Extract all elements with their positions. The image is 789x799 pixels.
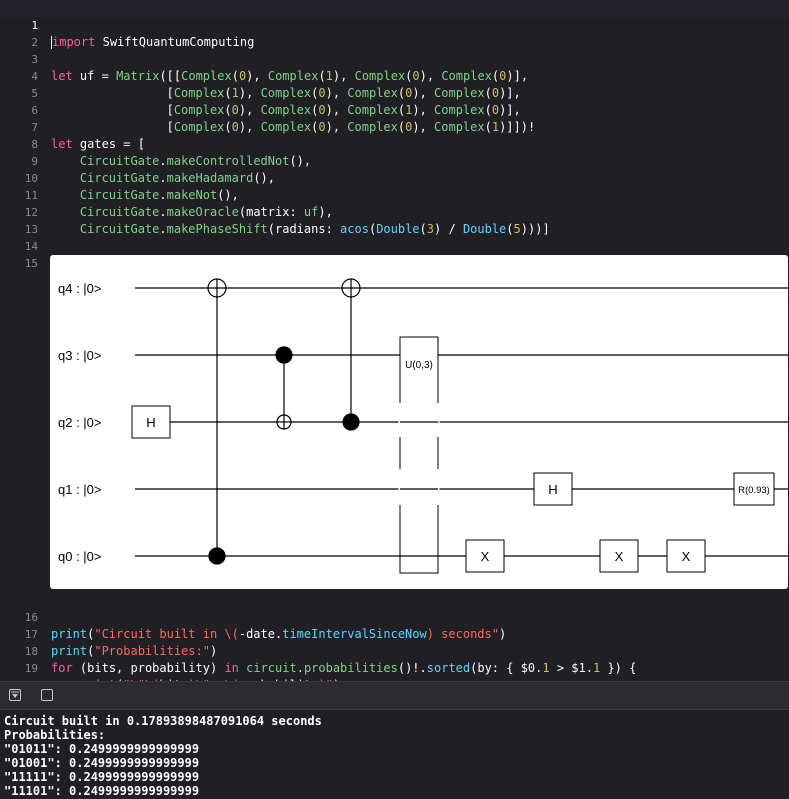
code-line[interactable]: 9 CircuitGate.makeHadamard(), (0, 136, 789, 185)
code-line[interactable]: 15 let circuit = CircuitFactory.makeRand… (0, 238, 789, 287)
code-line[interactable]: 4 [Complex(1), Complex(0), Complex(0), C… (0, 51, 789, 100)
code-line[interactable]: 8 CircuitGate.makeControlledNot(), (0, 119, 789, 168)
console-line: "01011": 0.2499999999999999 (4, 742, 200, 756)
qubit-label-q0: q0 : |0> (58, 549, 102, 564)
code-line[interactable]: 11 CircuitGate.makeOracle(matrix: uf), (0, 170, 789, 219)
code-line[interactable]: 19 print("\"\(bits)\": \(probability)") (0, 643, 789, 692)
qubit-label-q1: q1 : |0> (58, 482, 102, 497)
console-line: Circuit built in 0.17893898487091064 sec… (4, 714, 322, 728)
svg-text:X: X (481, 549, 490, 564)
svg-text:X: X (615, 549, 624, 564)
hadamard-gate-q1: H (533, 472, 573, 506)
svg-text:R(0.93): R(0.93) (738, 485, 770, 496)
code-line[interactable]: 17 print("Probabilities:") (0, 609, 789, 658)
svg-text:U(0,3): U(0,3) (405, 360, 433, 371)
code-line[interactable]: 16 print("Circuit built in \(-date.timeI… (0, 592, 789, 641)
console-line: "11101": 0.2499999999999999 (4, 784, 200, 798)
line-number: 15 (24, 257, 38, 270)
console-output: Circuit built in 0.17893898487091064 sec… (0, 710, 789, 799)
oracle-gate: U(0,3) (398, 336, 440, 574)
qubit-label-q3: q3 : |0> (58, 348, 102, 363)
console-line: Probabilities: (4, 728, 106, 742)
code-line[interactable]: 20 } (0, 660, 789, 709)
code-line[interactable]: 12 CircuitGate.makePhaseShift(radians: a… (0, 187, 789, 236)
svg-text:H: H (548, 482, 557, 497)
code-line[interactable]: 2 (0, 17, 789, 49)
cnot-q3-to-q2 (275, 346, 293, 430)
qubit-label-q2: q2 : |0> (58, 415, 102, 430)
hide-debug-area-icon[interactable] (9, 689, 21, 701)
not-gate-q0-3: X (666, 539, 706, 573)
circuit-result-view: q4 : |0> q3 : |0> q2 : |0> q1 : |0> q0 :… (50, 255, 788, 589)
code-line[interactable]: 7 let gates = [ (0, 102, 789, 151)
not-gate-q0-2: X (599, 539, 639, 573)
console-toggle-icon[interactable] (41, 689, 53, 701)
qubit-label-q4: q4 : |0> (58, 281, 102, 296)
code-line[interactable]: 6 [Complex(0), Complex(0), Complex(0), C… (0, 85, 789, 134)
code-line[interactable]: 3 let uf = Matrix([[Complex(0), Complex(… (0, 34, 789, 83)
console-line: "01001": 0.2499999999999999 (4, 756, 200, 770)
console-line: "11111": 0.2499999999999999 (4, 770, 200, 784)
phase-shift-gate-q1: R(0.93) (733, 472, 775, 506)
code-editor[interactable]: 1 import SwiftQuantumComputing 2 3 let u… (0, 0, 789, 709)
svg-text:H: H (146, 415, 155, 430)
circuit-diagram: q4 : |0> q3 : |0> q2 : |0> q1 : |0> q0 :… (58, 278, 788, 574)
hadamard-gate-q2: H (131, 405, 171, 439)
code-line[interactable]: 14 let date = Date() (0, 221, 789, 270)
code-line[interactable]: 18 for (bits, probability) in circuit.pr… (0, 626, 789, 675)
code-line[interactable]: 13 (0, 204, 789, 236)
not-gate-q0-1: X (465, 539, 505, 573)
debug-toolbar (0, 681, 789, 710)
code-line[interactable]: 10 CircuitGate.makeNot(), (0, 153, 789, 202)
svg-text:X: X (682, 549, 691, 564)
code-line[interactable]: 5 [Complex(0), Complex(0), Complex(1), C… (0, 68, 789, 117)
code-line[interactable]: 1 import SwiftQuantumComputing (0, 0, 789, 49)
